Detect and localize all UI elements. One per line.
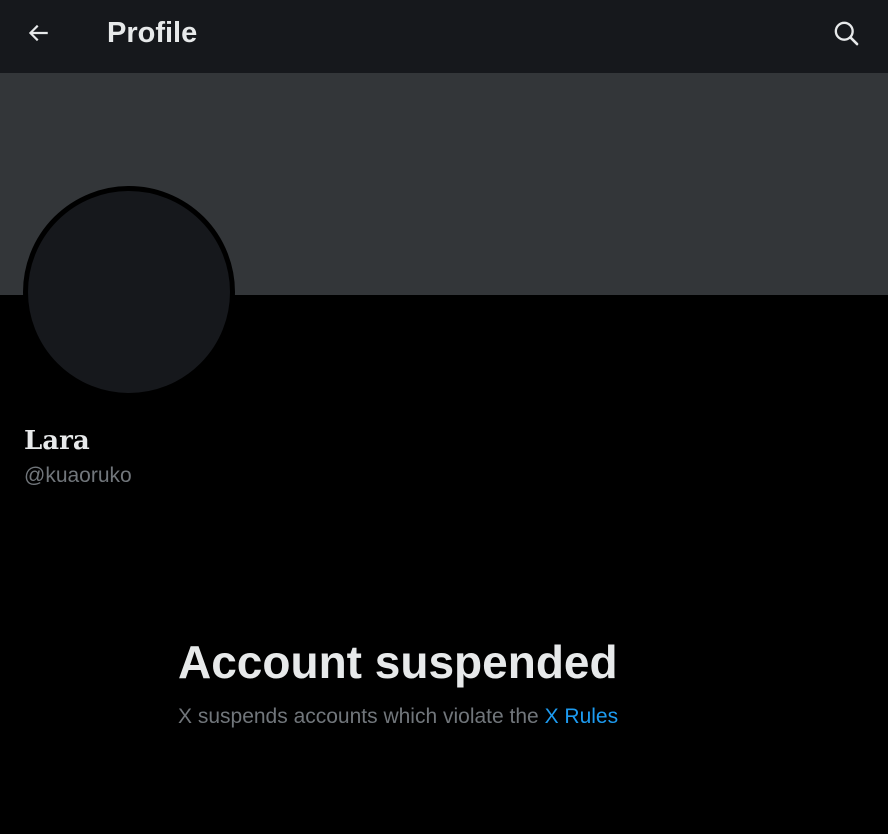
user-handle: @kuaoruko (24, 464, 132, 487)
suspended-message-text: X suspends accounts which violate the (178, 705, 539, 728)
arrow-left-icon (28, 24, 48, 42)
x-rules-link[interactable]: X Rules (545, 705, 619, 728)
page-title: Profile (107, 17, 198, 49)
suspended-heading: Account suspended (178, 636, 618, 688)
back-button[interactable] (14, 13, 62, 53)
top-bar: Profile (0, 0, 888, 73)
display-name: Lara (24, 426, 90, 456)
suspended-message: X suspends accounts which violate the X … (178, 703, 618, 731)
avatar (23, 186, 235, 398)
search-icon (834, 21, 859, 46)
search-button[interactable] (822, 13, 870, 53)
